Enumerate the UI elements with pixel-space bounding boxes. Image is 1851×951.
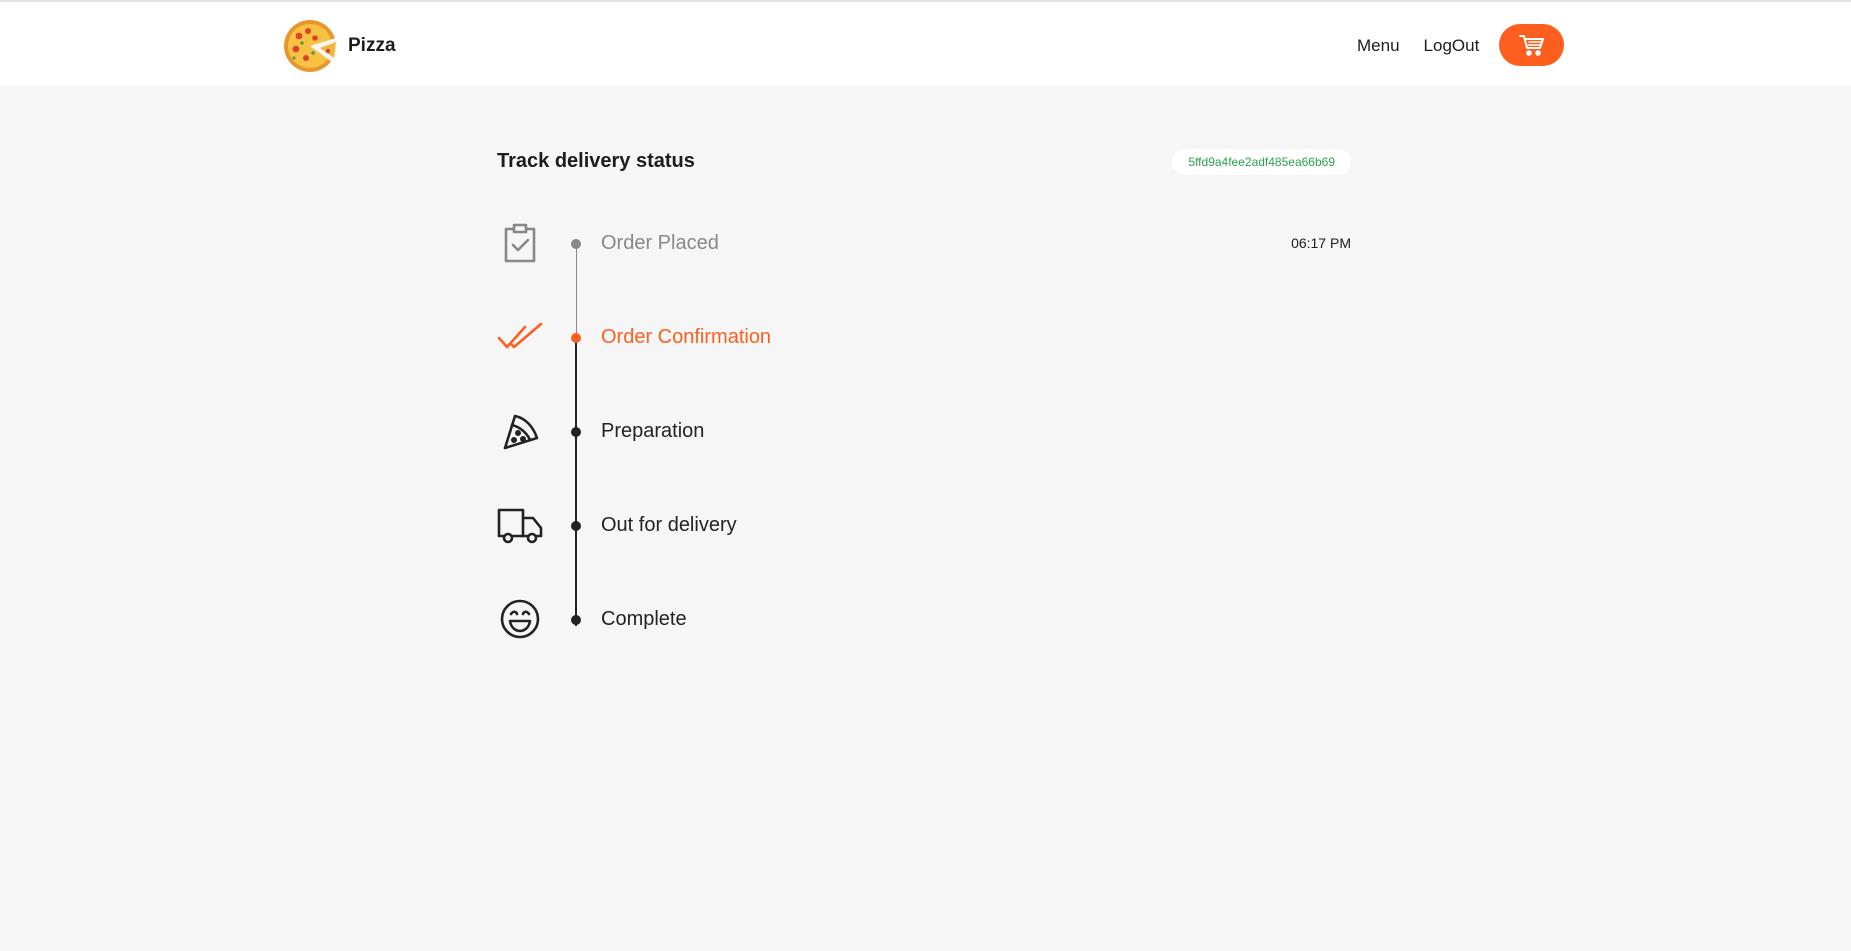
nav-links: Menu LogOut (1357, 36, 1479, 56)
step-label: Order Placed (601, 232, 719, 254)
timeline-step-preparation: Preparation (497, 408, 1351, 456)
timeline-dot (571, 427, 581, 437)
timeline-line-pending (575, 342, 577, 626)
title-row: Track delivery status 5ffd9a4fee2adf485e… (497, 140, 1351, 186)
cart-button[interactable] (1499, 24, 1564, 66)
step-label: Out for delivery (601, 514, 737, 536)
nav-menu-link[interactable]: Menu (1357, 36, 1400, 56)
cart-icon (1518, 35, 1544, 56)
smile-icon (497, 596, 543, 642)
timeline-step-complete: Complete (497, 596, 1351, 644)
clipboard-check-icon (497, 220, 543, 266)
brand[interactable]: Pizza (282, 18, 396, 74)
page-title: Track delivery status (497, 150, 695, 172)
timeline-dot (571, 521, 581, 531)
timeline-dot (571, 239, 581, 249)
navbar: Pizza Menu LogOut (0, 2, 1851, 86)
timeline-dot (571, 615, 581, 625)
step-label: Preparation (601, 420, 705, 442)
double-check-icon (497, 314, 543, 360)
main-content: Track delivery status 5ffd9a4fee2adf485e… (497, 140, 1351, 639)
timeline-step-order-placed: Order Placed 06:17 PM (497, 220, 1351, 268)
step-label: Order Confirmation (601, 326, 772, 348)
step-label: Complete (601, 608, 687, 630)
timeline-step-order-confirmation: Order Confirmation (497, 314, 1351, 362)
truck-icon (497, 502, 543, 548)
pizza-logo (284, 20, 338, 72)
nav-logout-link[interactable]: LogOut (1424, 36, 1480, 56)
brand-name: Pizza (348, 35, 396, 56)
delivery-timeline: Order Placed 06:17 PM Order Confirmation (497, 220, 1351, 640)
step-time: 06:17 PM (1291, 235, 1351, 251)
pizza-slice-icon (497, 408, 543, 454)
timeline-dot (571, 333, 581, 343)
order-id-badge: 5ffd9a4fee2adf485ea66b69 (1172, 149, 1351, 175)
timeline-step-out-for-delivery: Out for delivery (497, 502, 1351, 550)
